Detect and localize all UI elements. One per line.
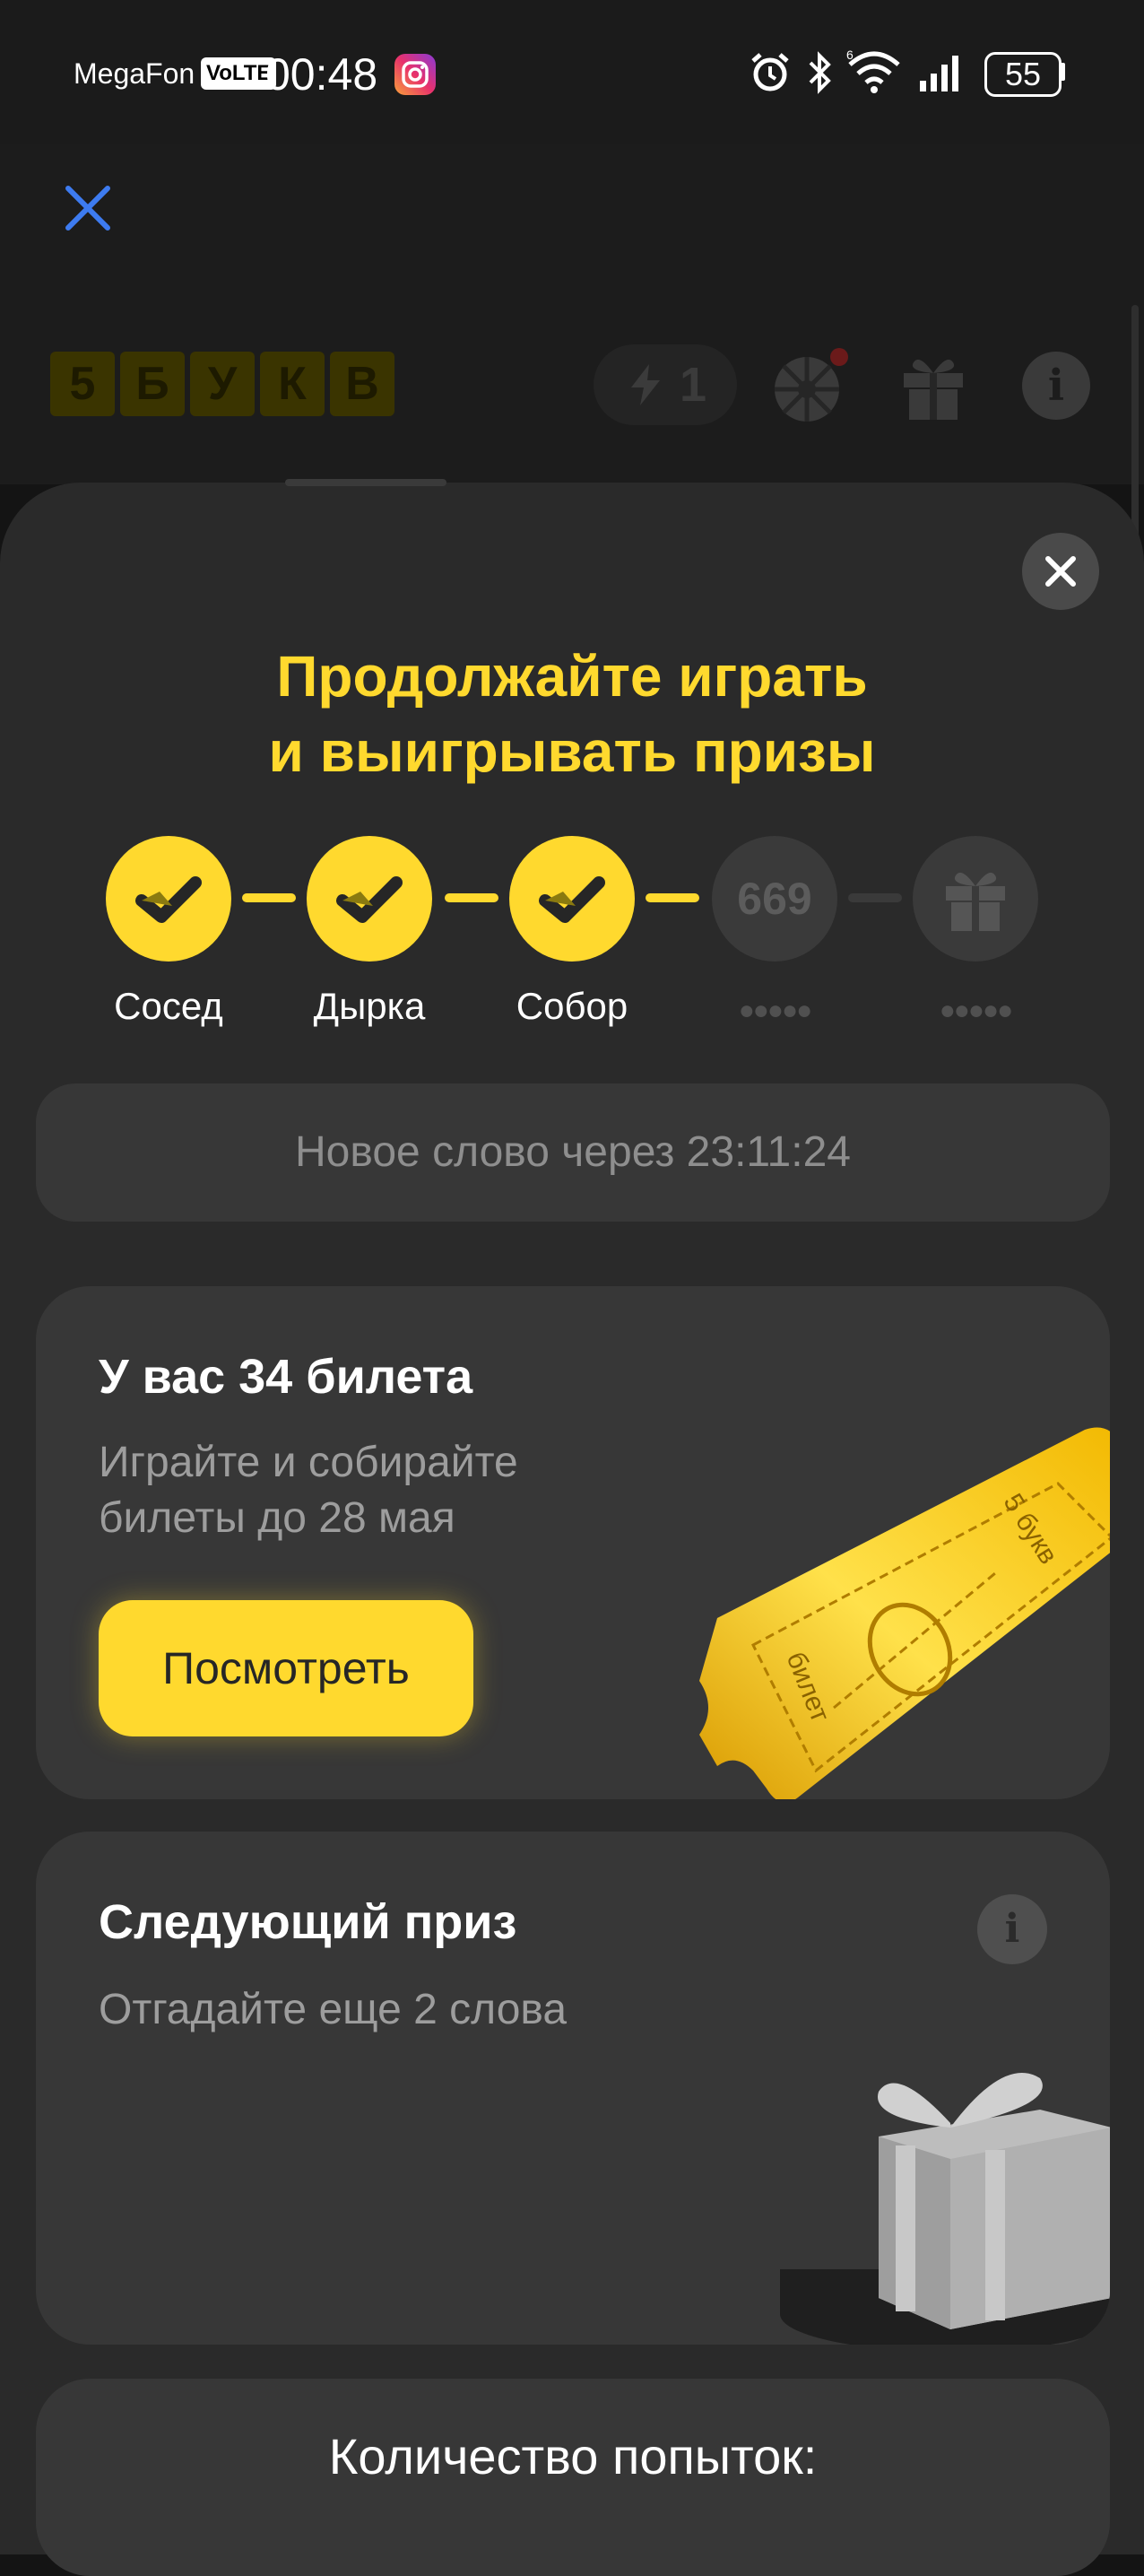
sheet-headline: Продолжайте играть и выигрывать призы xyxy=(90,639,1054,789)
step-done xyxy=(106,836,231,962)
svg-text:6: 6 xyxy=(846,48,854,62)
subtitle-line: Играйте и собирайте xyxy=(99,1439,518,1486)
next-prize-subtitle: Отгадайте еще 2 слова xyxy=(99,1986,568,2033)
energy-pill[interactable]: 1 xyxy=(594,344,737,425)
close-icon[interactable] xyxy=(63,183,113,233)
signal-icon xyxy=(920,56,958,91)
clock: 00:48 xyxy=(265,49,378,100)
step-label: Дырка xyxy=(313,985,426,1027)
tickets-title: У вас 34 билета xyxy=(99,1350,473,1404)
step-prize xyxy=(913,836,1038,962)
step-upcoming: 669 xyxy=(712,836,837,962)
close-sheet-button[interactable] xyxy=(1022,533,1099,610)
attempts-title: Количество попыток: xyxy=(328,2428,818,2485)
headline-line: Продолжайте играть xyxy=(276,644,868,709)
new-word-timer: Новое слово через 23:11:24 xyxy=(295,1128,851,1176)
hidden-word-dots: ●●●●● xyxy=(939,996,1014,1025)
headline-line: и выигрывать призы xyxy=(268,719,876,784)
energy-count: 1 xyxy=(680,358,707,412)
bolt-icon xyxy=(631,364,660,405)
gift-icon[interactable] xyxy=(900,352,966,420)
info-icon[interactable]: i xyxy=(1022,352,1090,420)
instagram-icon xyxy=(394,54,436,95)
view-tickets-button[interactable]: Посмотреть xyxy=(99,1600,473,1736)
alarm-icon xyxy=(751,53,789,91)
gift-icon xyxy=(946,872,1005,931)
gift-box-illustration xyxy=(780,2073,1110,2345)
step-done xyxy=(509,836,635,962)
app-background xyxy=(0,144,1144,484)
tickets-subtitle: Играйте и собирайте билеты до 28 мая xyxy=(99,1435,518,1546)
logo-letter: 5 xyxy=(50,352,115,416)
step-connector xyxy=(445,893,498,902)
step-label: Сосед xyxy=(114,985,223,1027)
battery-level: 55 xyxy=(1004,56,1042,92)
prize-info-icon[interactable]: i xyxy=(977,1894,1047,1964)
logo-letter: К xyxy=(260,352,325,416)
close-icon xyxy=(1045,556,1076,587)
step-connector xyxy=(848,893,902,902)
logo-letter: Б xyxy=(120,352,185,416)
carrier-name: MegaFon xyxy=(74,57,195,90)
logo-letter: В xyxy=(330,352,394,416)
step-done xyxy=(307,836,432,962)
wifi-icon: 6 xyxy=(846,48,900,93)
next-prize-title: Следующий приз xyxy=(99,1895,517,1949)
wheel-icon[interactable] xyxy=(771,348,848,425)
status-bar: MegaFon VoLTE 00:48 6 55 xyxy=(0,0,1144,144)
step-connector xyxy=(242,893,296,902)
logo-letter: У xyxy=(190,352,255,416)
sheet-handle[interactable] xyxy=(285,479,446,486)
check-icon xyxy=(135,876,202,923)
bluetooth-icon xyxy=(809,51,831,94)
ticket-illustration xyxy=(699,1427,1110,1799)
game-logo: 5 Б У К В xyxy=(50,352,394,416)
hidden-word-dots: ●●●●● xyxy=(738,996,813,1025)
subtitle-line: билеты до 28 мая xyxy=(99,1494,455,1542)
check-icon xyxy=(539,876,605,923)
step-label: Собор xyxy=(516,985,628,1027)
step-connector xyxy=(646,893,699,902)
check-icon xyxy=(336,876,403,923)
